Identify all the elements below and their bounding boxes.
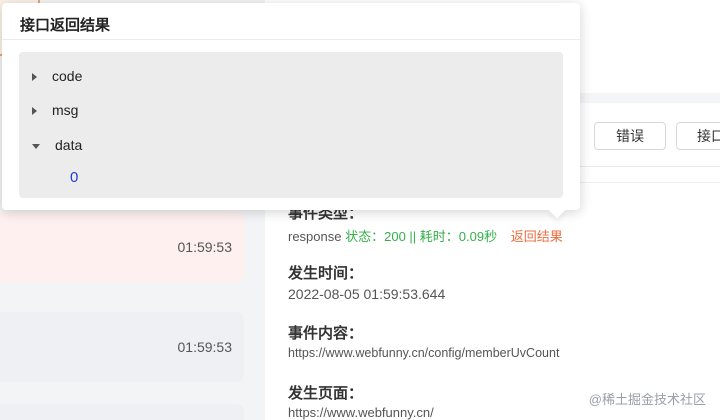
json-node-data[interactable]: data (19, 128, 82, 162)
event-status: 状态：200 || 耗时：0.09秒 (345, 229, 498, 244)
event-page-label: 发生页面： (288, 385, 364, 402)
response-result-link[interactable]: 返回结果 (511, 229, 563, 244)
json-key: code (52, 68, 83, 84)
event-card-error[interactable]: 01:59:53 (0, 212, 244, 282)
popover-title: 接口返回结果 (20, 17, 111, 34)
event-page-value: https://www.webfunny.cn/ (288, 405, 434, 420)
event-card[interactable] (0, 404, 244, 420)
watermark: @稀土掘金技术社区 (588, 392, 706, 407)
event-content-label: 事件内容： (288, 325, 364, 342)
caret-down-icon[interactable] (32, 143, 40, 149)
event-time-label: 发生时间： (288, 265, 364, 282)
event-type-value: response 状态：200 || 耗时：0.09秒 返回结果 (288, 226, 563, 245)
event-content-value: https://www.webfunny.cn/config/memberUvC… (288, 346, 560, 360)
event-card[interactable]: 01:59:53 (0, 312, 244, 382)
event-time-value: 2022-08-05 01:59:53.644 (288, 286, 446, 302)
tab-api[interactable]: 接口 (676, 122, 720, 150)
tab-error[interactable]: 错误 (594, 122, 666, 150)
event-time: 01:59:53 (177, 339, 233, 355)
response-popover: 接口返回结果 code msg data 0 (2, 3, 580, 210)
event-type-prefix: response (288, 229, 342, 244)
json-node-msg[interactable]: msg (19, 93, 78, 127)
json-key: msg (52, 102, 79, 118)
json-node-code[interactable]: code (19, 59, 82, 93)
json-viewer: code msg data 0 (19, 52, 563, 198)
json-value: 0 (70, 169, 79, 186)
divider (2, 39, 580, 40)
caret-right-icon[interactable] (32, 73, 37, 82)
event-time: 01:59:53 (177, 239, 233, 255)
json-key: data (55, 137, 83, 153)
caret-right-icon[interactable] (32, 107, 37, 116)
